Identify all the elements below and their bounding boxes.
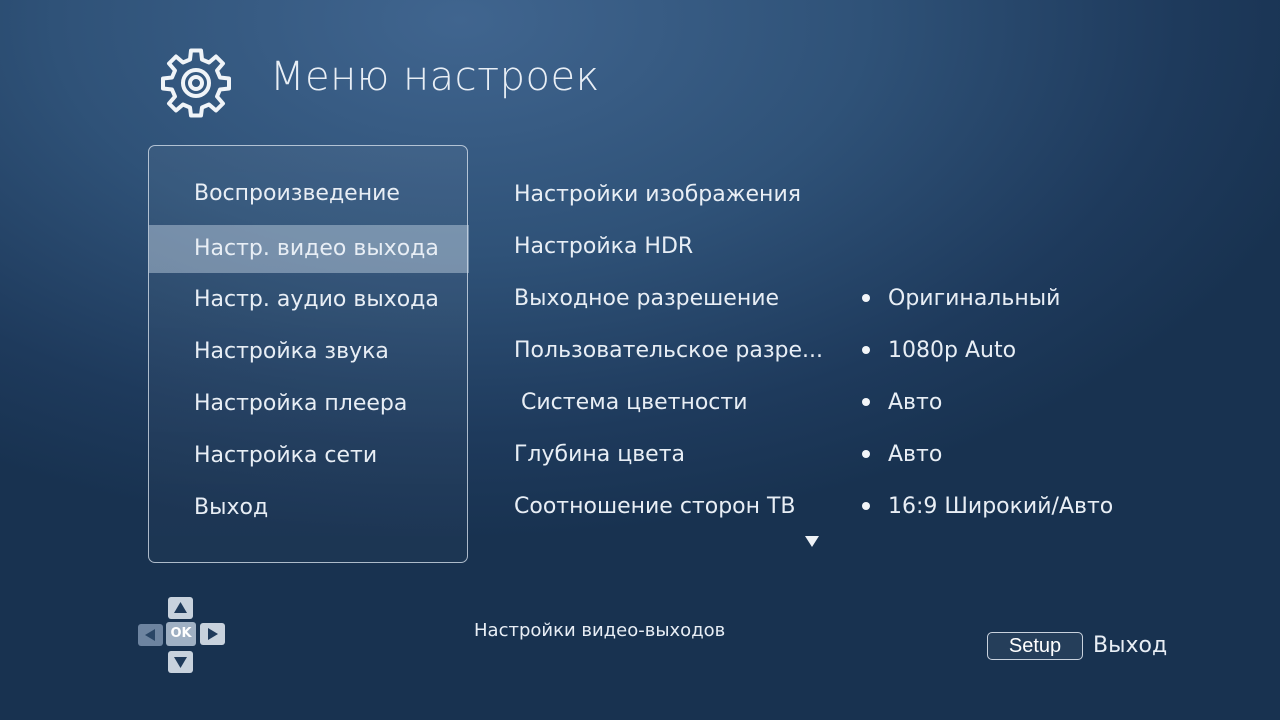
menu-item-video-output[interactable]: Настр. видео выхода bbox=[149, 225, 469, 273]
dpad-up-icon bbox=[168, 597, 193, 619]
menu-item-audio-output[interactable]: Настр. аудио выхода bbox=[149, 276, 469, 324]
gear-icon bbox=[161, 48, 231, 118]
bullet-icon bbox=[862, 501, 870, 510]
option-image-settings[interactable]: Настройки изображения bbox=[514, 180, 834, 210]
option-value: Авто bbox=[862, 388, 1222, 418]
setup-button[interactable]: Setup bbox=[987, 632, 1083, 660]
help-hint: Настройки видео-выходов bbox=[474, 620, 726, 641]
exit-label: Выход bbox=[1093, 633, 1168, 658]
option-value-text: Авто bbox=[888, 442, 943, 467]
scroll-down-arrow-icon[interactable] bbox=[805, 536, 819, 547]
option-value: 1080p Auto bbox=[862, 336, 1222, 366]
menu-item-playback[interactable]: Воспроизведение bbox=[149, 170, 469, 218]
page-title: Меню настроек bbox=[270, 54, 600, 100]
settings-menu: Воспроизведение Настр. видео выхода Наст… bbox=[148, 145, 469, 563]
menu-item-exit[interactable]: Выход bbox=[149, 484, 469, 532]
bullet-icon bbox=[862, 293, 870, 302]
dpad-left-icon bbox=[138, 624, 163, 646]
option-color-system[interactable]: Система цветности bbox=[514, 388, 834, 418]
option-value: 16:9 Широкий/Авто bbox=[862, 492, 1222, 522]
bullet-icon bbox=[862, 345, 870, 354]
option-tv-aspect-ratio[interactable]: Соотношение сторон ТВ bbox=[514, 492, 834, 522]
dpad-down-icon bbox=[168, 651, 193, 673]
bullet-icon bbox=[862, 449, 870, 458]
option-custom-resolution[interactable]: Пользовательское разре... bbox=[514, 336, 834, 366]
option-value-text: Авто bbox=[888, 390, 943, 415]
menu-item-sound[interactable]: Настройка звука bbox=[149, 328, 469, 376]
menu-item-network[interactable]: Настройка сети bbox=[149, 432, 469, 480]
menu-item-player[interactable]: Настройка плеера bbox=[149, 380, 469, 428]
option-value-text: Оригинальный bbox=[888, 286, 1061, 311]
option-hdr-settings[interactable]: Настройка HDR bbox=[514, 232, 834, 262]
option-output-resolution[interactable]: Выходное разрешение bbox=[514, 284, 834, 314]
option-value: Оригинальный bbox=[862, 284, 1222, 314]
option-color-depth[interactable]: Глубина цвета bbox=[514, 440, 834, 470]
dpad-ok-icon: OK bbox=[166, 622, 196, 646]
dpad-right-icon bbox=[200, 623, 225, 645]
bullet-icon bbox=[862, 397, 870, 406]
option-value: Авто bbox=[862, 440, 1222, 470]
option-value-text: 16:9 Широкий/Авто bbox=[888, 494, 1114, 519]
option-value-text: 1080p Auto bbox=[888, 338, 1017, 363]
